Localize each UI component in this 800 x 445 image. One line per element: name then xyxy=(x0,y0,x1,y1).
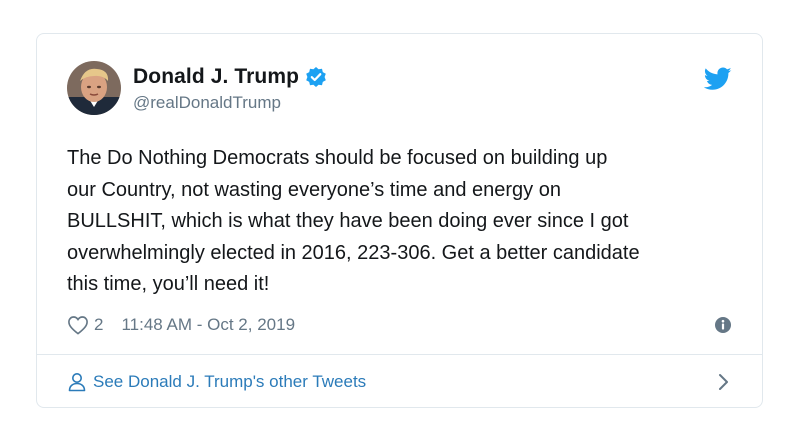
display-name[interactable]: Donald J. Trump xyxy=(133,65,299,89)
timestamp-link[interactable]: 11:48 AM - Oct 2, 2019 xyxy=(121,315,295,335)
chevron-right-icon[interactable] xyxy=(716,372,732,392)
see-other-tweets-label[interactable]: See Donald J. Trump's other Tweets xyxy=(93,372,366,392)
name-row: Donald J. Trump xyxy=(133,63,327,91)
see-other-tweets-link[interactable]: See Donald J. Trump's other Tweets xyxy=(67,355,732,409)
tweet-meta: 2 11:48 AM - Oct 2, 2019 xyxy=(67,312,732,338)
person-icon xyxy=(67,372,87,392)
author-block: Donald J. Trump @realDonaldTrump xyxy=(133,63,327,113)
info-icon[interactable] xyxy=(714,316,732,334)
heart-icon[interactable] xyxy=(67,315,89,335)
twitter-bird-icon[interactable] xyxy=(703,67,732,91)
like-count: 2 xyxy=(94,315,104,334)
tweet-text: The Do Nothing Democrats should be focus… xyxy=(67,147,640,295)
avatar[interactable] xyxy=(67,61,121,115)
tweet-card: Donald J. Trump @realDonaldTrump The Do … xyxy=(36,33,763,408)
tweet-header: Donald J. Trump @realDonaldTrump xyxy=(67,61,732,123)
author-handle[interactable]: @realDonaldTrump xyxy=(133,93,327,113)
verified-badge-icon xyxy=(305,66,327,88)
